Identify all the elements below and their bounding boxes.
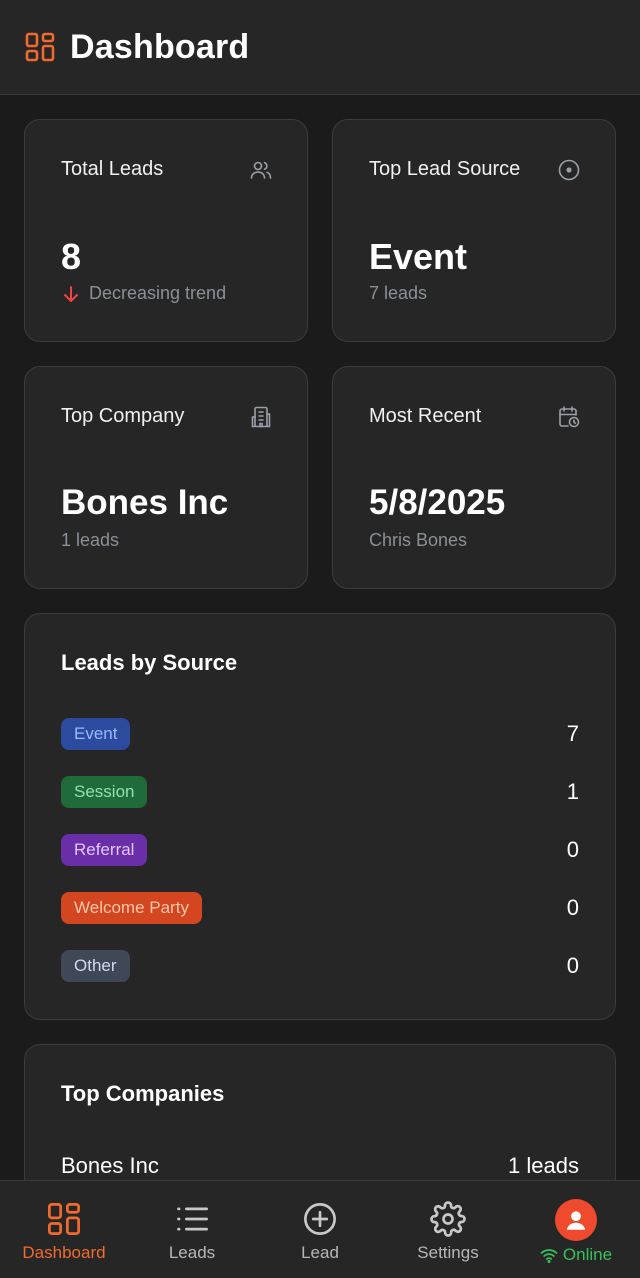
source-badge: Welcome Party: [61, 892, 202, 924]
app: Dashboard Total Leads 8 Decreasing trend…: [0, 0, 640, 1278]
user-avatar-icon: [555, 1199, 597, 1241]
nav-dashboard-label: Dashboard: [22, 1243, 106, 1262]
source-row-welcome-party[interactable]: Welcome Party 0: [61, 891, 579, 925]
company-row[interactable]: Bones Inc 1 leads: [61, 1153, 579, 1179]
leads-by-source-card: Leads by Source Event 7 Session 1 Referr…: [24, 613, 616, 1020]
top-company-count: 1 leads: [61, 530, 120, 550]
company-lead-count: 1 leads: [508, 1153, 579, 1178]
nav-leads-label: Leads: [168, 1243, 216, 1262]
source-badge: Referral: [61, 834, 148, 866]
most-recent-value: 5/8/2025: [369, 483, 506, 522]
online-status: Online: [540, 1245, 612, 1265]
list-icon: [177, 1207, 208, 1231]
page-title: Dashboard: [70, 27, 250, 66]
leads-by-source-title: Leads by Source: [61, 650, 238, 675]
nav-dashboard[interactable]: Dashboard: [0, 1181, 128, 1278]
bottom-nav: Dashboard Leads Lead Settings Online: [0, 1180, 640, 1278]
top-companies-title: Top Companies: [61, 1081, 225, 1106]
online-status-label: Online: [562, 1245, 613, 1264]
top-lead-source-count: 7 leads: [369, 283, 428, 303]
source-count: 0: [566, 895, 579, 920]
company-name: Bones Inc: [61, 1153, 159, 1178]
source-row-event[interactable]: Event 7: [61, 717, 579, 751]
total-leads-title: Total Leads: [61, 158, 164, 180]
source-badge: Other: [61, 950, 130, 982]
gear-icon: [430, 1201, 466, 1237]
source-row-referral[interactable]: Referral 0: [61, 833, 579, 867]
nav-leads[interactable]: Leads: [128, 1181, 256, 1278]
most-recent-card[interactable]: Most Recent 5/8/2025 Chris Bones: [332, 366, 616, 589]
total-leads-card[interactable]: Total Leads 8 Decreasing trend: [24, 119, 308, 342]
top-lead-source-value: Event: [369, 236, 468, 277]
building-icon: [251, 406, 271, 428]
most-recent-title: Most Recent: [369, 405, 482, 427]
source-badge: Session: [61, 776, 148, 808]
nav-add-lead[interactable]: Lead: [256, 1181, 384, 1278]
total-leads-value: 8: [61, 236, 82, 277]
nav-profile-status[interactable]: Online: [512, 1181, 640, 1278]
dashboard-grid-icon: [25, 32, 55, 62]
top-company-value: Bones Inc: [61, 483, 229, 522]
plus-circle-icon: [304, 1203, 336, 1235]
target-icon: [558, 159, 580, 181]
users-icon: [250, 161, 272, 179]
trend-indicator: Decreasing trend: [61, 283, 226, 304]
top-lead-source-card[interactable]: Top Lead Source Event 7 leads: [332, 119, 616, 342]
source-count: 0: [566, 953, 579, 978]
source-row-session[interactable]: Session 1: [61, 775, 579, 809]
nav-settings-label: Settings: [417, 1243, 479, 1262]
trend-label: Decreasing trend: [89, 283, 227, 303]
nav-lead-label: Lead: [301, 1243, 339, 1262]
wifi-icon: [540, 1249, 558, 1263]
app-header: Dashboard: [0, 0, 640, 95]
dashboard-grid-icon: [48, 1203, 80, 1235]
arrow-down-icon: [64, 285, 78, 302]
source-badge: Event: [61, 718, 131, 750]
top-company-title: Top Company: [61, 405, 185, 427]
top-lead-source-title: Top Lead Source: [369, 158, 521, 180]
nav-settings[interactable]: Settings: [384, 1181, 512, 1278]
top-company-card[interactable]: Top Company Bones Inc 1 leads: [24, 366, 308, 589]
source-count: 0: [566, 837, 579, 862]
source-row-other[interactable]: Other 0: [61, 949, 579, 983]
most-recent-name: Chris Bones: [369, 530, 468, 550]
calendar-clock-icon: [559, 406, 580, 428]
source-count: 1: [566, 779, 579, 804]
source-count: 7: [566, 721, 579, 746]
